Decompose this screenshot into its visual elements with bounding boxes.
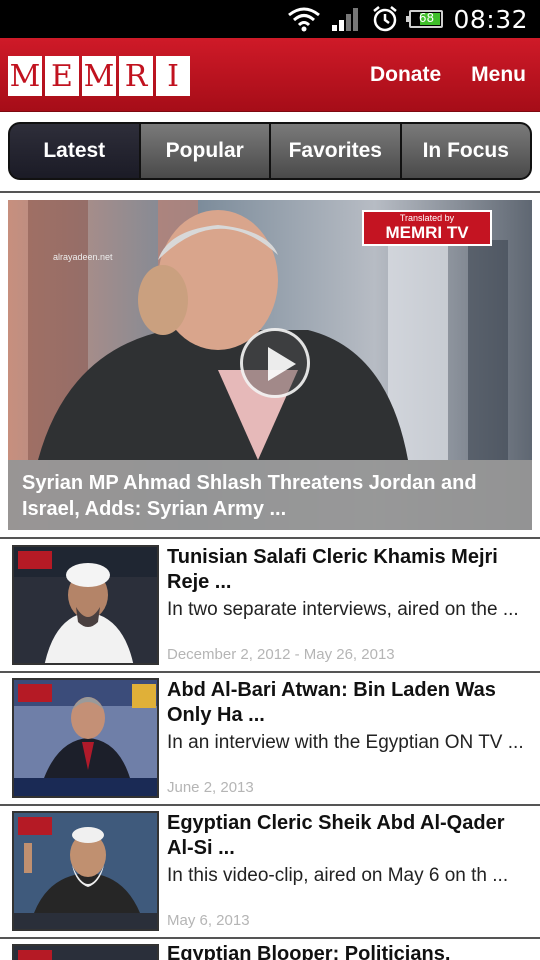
divider — [0, 537, 540, 539]
badge-caption: Translated by — [399, 213, 455, 223]
article-title: Tunisian Salafi Cleric Khamis Mejri Reje… — [167, 546, 498, 593]
logo-letter: M — [82, 56, 116, 96]
divider — [0, 804, 540, 806]
header-nav: Donate Menu — [370, 38, 526, 112]
list-item[interactable]: Egyptian Cleric Sheik Abd Al-Qader Al-Si… — [0, 807, 540, 937]
app-header: M E M R I Donate Menu — [0, 38, 540, 112]
tab-favorites[interactable]: Favorites — [269, 124, 400, 178]
clock: 08:32 — [453, 4, 528, 34]
tab-popular[interactable]: Popular — [138, 124, 269, 178]
badge-title: MEMRI TV — [385, 223, 469, 242]
battery-icon: 68 — [406, 10, 444, 28]
status-bar: 68 08:32 — [0, 0, 540, 38]
article-title: Egyptian Blooper: Politicians, Unaware T — [167, 943, 451, 960]
list-item[interactable]: Tunisian Salafi Cleric Khamis Mejri Reje… — [0, 541, 540, 671]
article-description: In two separate interviews, aired on the… — [167, 599, 519, 620]
featured-video[interactable]: alrayadeen.net Translated by MEMRI TV Sy… — [8, 200, 532, 530]
article-date: June 2, 2013 — [167, 779, 254, 796]
menu-button[interactable]: Menu — [471, 63, 526, 87]
signal-icon — [332, 8, 359, 31]
divider — [0, 671, 540, 673]
alarm-icon — [373, 6, 398, 32]
tab-latest[interactable]: Latest — [10, 124, 139, 178]
status-icons: 68 08:32 — [287, 0, 528, 38]
logo-letter: E — [45, 56, 79, 96]
logo-letter: I — [156, 56, 190, 96]
list-item[interactable]: Abd Al-Bari Atwan: Bin Laden Was Only Ha… — [0, 674, 540, 804]
article-thumbnail — [12, 545, 159, 665]
article-date: May 6, 2013 — [167, 912, 250, 929]
list-item[interactable]: Egyptian Blooper: Politicians, Unaware T — [0, 940, 540, 960]
article-description: In this video-clip, aired on May 6 on th… — [167, 865, 509, 886]
battery-level: 68 — [418, 11, 435, 25]
divider — [0, 191, 540, 193]
featured-title: Syrian MP Ahmad Shlash Threatens Jordan … — [8, 460, 532, 530]
category-tabs: Latest Popular Favorites In Focus — [8, 122, 532, 180]
tab-in-focus[interactable]: In Focus — [399, 124, 530, 178]
memri-tv-badge: Translated by MEMRI TV — [362, 210, 492, 246]
logo-letter: R — [119, 56, 153, 96]
article-description: In an interview with the Egyptian ON TV … — [167, 732, 524, 753]
article-title: Abd Al-Bari Atwan: Bin Laden Was Only Ha… — [167, 679, 496, 726]
article-thumbnail — [12, 944, 159, 960]
divider — [0, 937, 540, 939]
memri-logo[interactable]: M E M R I — [8, 56, 190, 96]
article-date: December 2, 2012 - May 26, 2013 — [167, 646, 395, 663]
donate-button[interactable]: Donate — [370, 63, 441, 87]
article-thumbnail — [12, 678, 159, 798]
logo-letter: M — [8, 56, 42, 96]
svg-text:alrayadeen.net: alrayadeen.net — [53, 252, 113, 262]
article-thumbnail — [12, 811, 159, 931]
play-icon[interactable] — [240, 328, 310, 398]
article-title: Egyptian Cleric Sheik Abd Al-Qader Al-Si… — [167, 812, 505, 859]
wifi-icon — [288, 7, 321, 32]
